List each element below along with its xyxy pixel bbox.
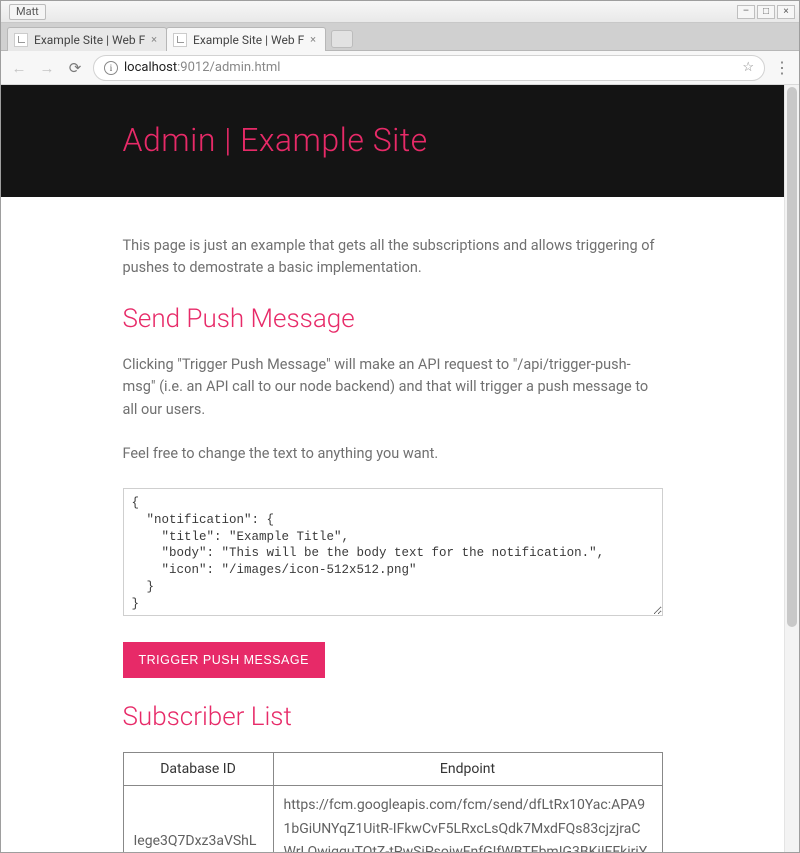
reload-button[interactable]: ⟳ — [65, 58, 85, 78]
tab-inactive[interactable]: Example Site | Web F × — [7, 27, 167, 51]
col-database-id: Database ID — [123, 752, 273, 785]
send-push-heading: Send Push Message — [123, 304, 663, 334]
back-button[interactable]: ← — [9, 58, 29, 78]
tab-title: Example Site | Web F — [193, 33, 307, 47]
window-minimize-button[interactable]: – — [737, 5, 755, 19]
address-bar[interactable]: i localhost:9012/admin.html ☆ — [93, 55, 765, 81]
browser-toolbar: ← → ⟳ i localhost:9012/admin.html ☆ ⋮ — [1, 51, 799, 85]
cell-database-id: Iege3Q7Dxz3aVShL — [123, 785, 273, 852]
send-push-description: Clicking "Trigger Push Message" will mak… — [123, 354, 663, 421]
trigger-push-button[interactable]: TRIGGER PUSH MESSAGE — [123, 642, 325, 678]
table-header-row: Database ID Endpoint — [123, 752, 662, 785]
page-icon — [14, 33, 28, 47]
page-header: Admin | Example Site — [1, 85, 784, 197]
tab-active[interactable]: Example Site | Web F × — [166, 27, 326, 51]
url-host: localhost — [124, 60, 177, 75]
site-info-icon[interactable]: i — [104, 61, 118, 75]
new-tab-button[interactable] — [331, 30, 353, 48]
window-maximize-button[interactable]: □ — [757, 5, 775, 19]
cell-endpoint: https://fcm.googleapis.com/fcm/send/dfLt… — [273, 785, 662, 852]
table-row: Iege3Q7Dxz3aVShL https://fcm.googleapis.… — [123, 785, 662, 852]
tab-title: Example Site | Web F — [34, 33, 148, 47]
window-close-button[interactable]: × — [777, 5, 795, 19]
col-endpoint: Endpoint — [273, 752, 662, 785]
browser-menu-button[interactable]: ⋮ — [773, 58, 791, 77]
page-icon — [173, 33, 187, 47]
browser-window: Matt – □ × Example Site | Web F × Exampl… — [0, 0, 800, 853]
scrollbar-thumb[interactable] — [787, 87, 797, 627]
profile-badge[interactable]: Matt — [9, 4, 46, 20]
send-push-hint: Feel free to change the text to anything… — [123, 443, 663, 465]
page-viewport: Admin | Example Site This page is just a… — [1, 85, 799, 852]
forward-button[interactable]: → — [37, 58, 57, 78]
url-text: localhost:9012/admin.html — [124, 60, 280, 75]
payload-textarea[interactable] — [123, 488, 663, 616]
intro-text: This page is just an example that gets a… — [123, 235, 663, 280]
close-icon[interactable]: × — [148, 34, 160, 46]
window-titlebar: Matt – □ × — [1, 1, 799, 23]
bookmark-icon[interactable]: ☆ — [742, 60, 754, 75]
tab-strip: Example Site | Web F × Example Site | We… — [1, 23, 799, 51]
url-path: :9012/admin.html — [177, 60, 280, 75]
vertical-scrollbar[interactable] — [784, 85, 799, 852]
subscriber-list-heading: Subscriber List — [123, 702, 663, 732]
page-title: Admin | Example Site — [123, 121, 663, 159]
close-icon[interactable]: × — [307, 34, 319, 46]
page-content: Admin | Example Site This page is just a… — [1, 85, 784, 852]
subscriber-table: Database ID Endpoint Iege3Q7Dxz3aVShL ht… — [123, 752, 663, 852]
